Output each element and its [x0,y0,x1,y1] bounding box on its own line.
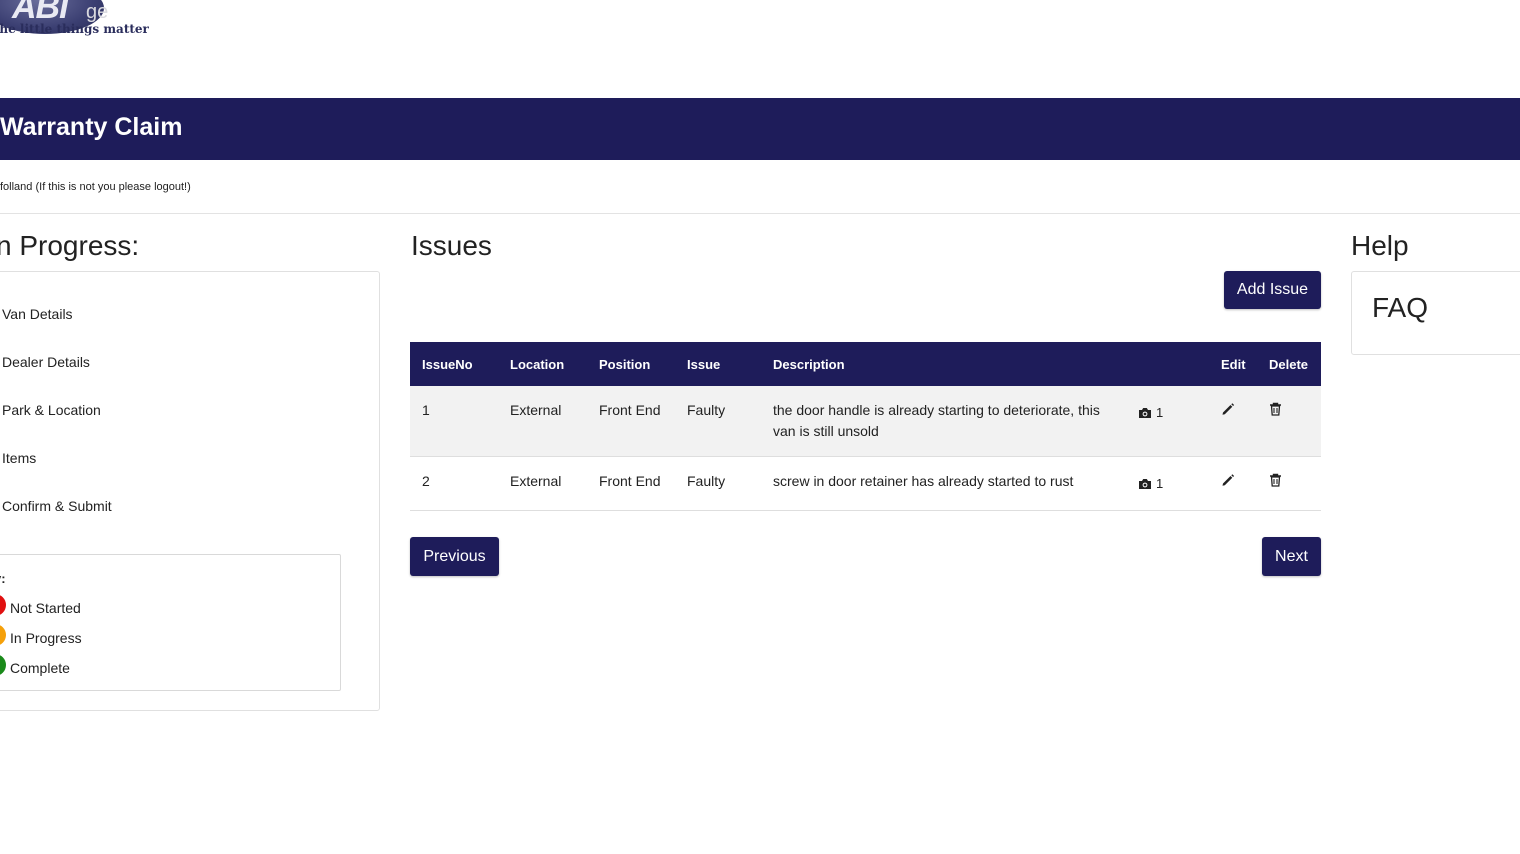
step-confirm-submit[interactable]: Confirm & Submit [2,498,112,514]
edit-pencil-icon[interactable] [1221,473,1257,487]
photo-count: 1 [1156,405,1164,420]
company-logo[interactable]: ABI ge e the little things matter [0,0,149,36]
issue-location: External [498,386,587,457]
issue-photos[interactable]: 1 [1126,456,1209,511]
next-button[interactable]: Next [1262,537,1321,576]
col-delete: Delete [1269,356,1309,372]
faq-link[interactable]: FAQ [1372,292,1428,324]
issue-type: Faulty [675,456,761,511]
status-key: y: Not Started In Progress Complete [0,554,341,691]
delete-trash-icon[interactable] [1269,402,1321,416]
add-issue-button[interactable]: Add Issue [1224,271,1321,309]
progress-panel: Van Details Dealer Details Park & Locati… [0,271,380,711]
logo-tagline: e the little things matter [0,22,149,36]
progress-title: n Progress: [0,230,140,261]
edit-cell [1209,456,1257,511]
col-issueno: IssueNo [422,356,473,372]
edit-pencil-icon[interactable] [1221,402,1257,416]
page-title: Warranty Claim [0,113,183,141]
help-panel: FAQ [1351,271,1520,355]
page-header-banner: Warranty Claim [0,98,1520,160]
logo-ghost-text: ge [86,1,109,23]
col-position: Position [599,356,651,372]
header-divider [0,213,1520,214]
step-van-details[interactable]: Van Details [2,306,73,322]
complete-check-icon [0,654,6,676]
issue-no: 1 [410,386,498,457]
help-title: Help [1351,230,1409,261]
issue-type: Faulty [675,386,761,457]
issue-description: the door handle is already starting to d… [761,386,1126,457]
issue-location: External [498,456,587,511]
issues-title: Issues [411,230,492,261]
camera-icon [1138,407,1152,419]
previous-button[interactable]: Previous [410,537,499,576]
col-location: Location [510,356,565,372]
step-items[interactable]: Items [2,450,36,466]
issue-position: Front End [587,456,675,511]
col-issue: Issue [687,356,721,372]
edit-cell [1209,386,1257,457]
step-dealer-details[interactable]: Dealer Details [2,354,90,370]
issue-no: 2 [410,456,498,511]
step-park-location[interactable]: Park & Location [2,402,101,418]
issues-table-header: IssueNo Location Position Issue Descript… [410,342,1321,386]
delete-trash-icon[interactable] [1269,473,1321,487]
table-row: 1 External Front End Faulty the door han… [410,386,1321,457]
issue-description: screw in door retainer has already start… [761,456,1126,511]
photo-count: 1 [1156,476,1164,491]
issue-photos[interactable]: 1 [1126,386,1209,457]
issues-table: IssueNo Location Position Issue Descript… [410,342,1321,511]
status-key-title: y: [0,571,6,586]
col-photos [1126,342,1209,386]
not-started-icon [0,594,6,616]
col-description: Description [773,356,845,372]
logged-in-user-notice: folland (If this is not you please logou… [0,181,191,193]
delete-cell [1257,456,1321,511]
issue-position: Front End [587,386,675,457]
camera-icon [1138,478,1152,490]
in-progress-icon [0,624,6,646]
col-edit: Edit [1221,356,1246,372]
delete-cell [1257,386,1321,457]
table-row: 2 External Front End Faulty screw in doo… [410,456,1321,511]
